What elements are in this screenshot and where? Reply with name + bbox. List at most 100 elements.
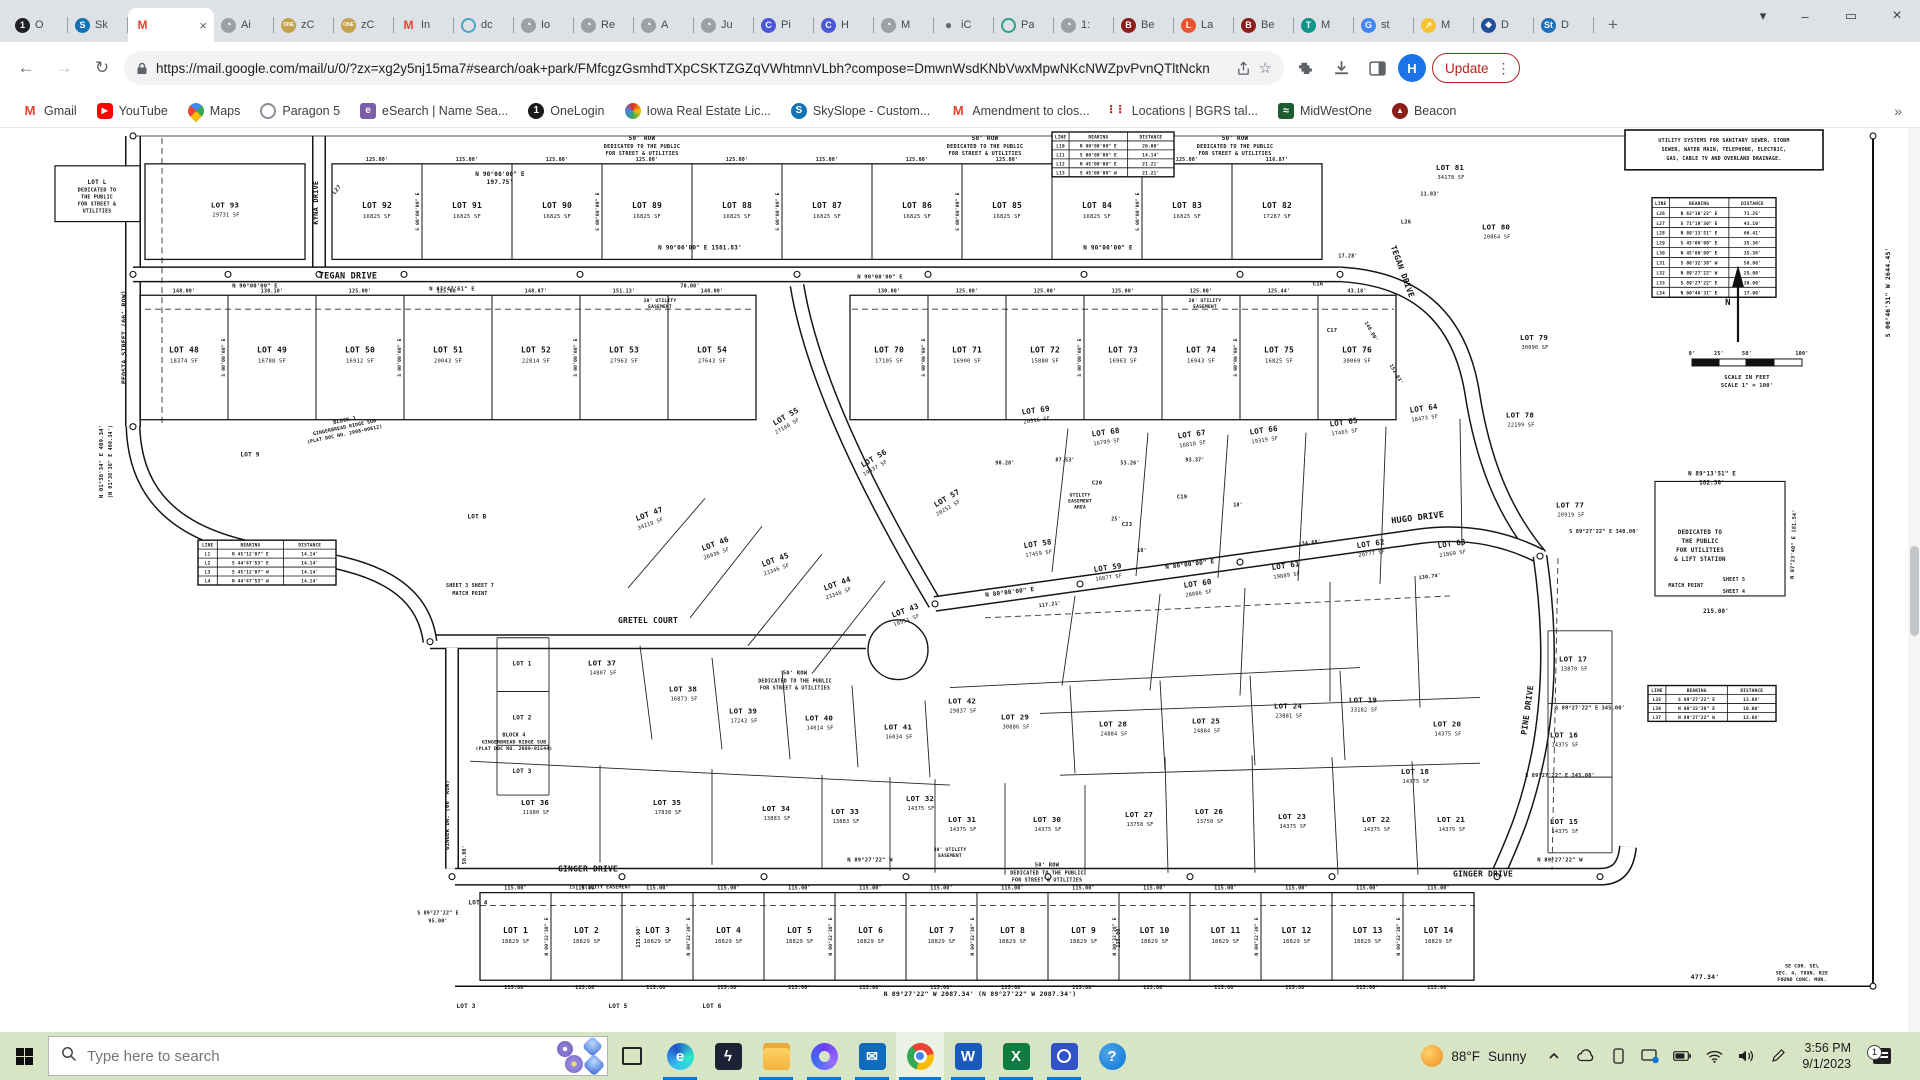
chevron-up-icon[interactable] — [1544, 1045, 1564, 1067]
minimize-button[interactable]: – — [1782, 0, 1828, 32]
bookmark-item[interactable]: ≈MidWestOne — [1270, 99, 1380, 123]
lot-number: LOT 81 — [1436, 163, 1465, 172]
browser-tab[interactable]: M× — [128, 8, 214, 42]
reload-button[interactable]: ↻ — [86, 52, 118, 84]
phone-link-icon[interactable] — [1608, 1045, 1628, 1067]
notification-center-button[interactable]: 1 — [1865, 1048, 1899, 1064]
search-input[interactable] — [87, 1048, 545, 1065]
taskbar-app-chrome[interactable] — [896, 1032, 944, 1080]
url-text[interactable]: https://mail.google.com/mail/u/0/?zx=xg2… — [156, 61, 1228, 76]
search-highlight-flower-image[interactable] — [555, 1037, 607, 1075]
taskbar-weather[interactable]: 88°F Sunny — [1413, 1045, 1534, 1067]
start-button[interactable] — [0, 1032, 48, 1080]
browser-tab[interactable]: ONEzC — [274, 8, 334, 42]
address-bar[interactable]: https://mail.google.com/mail/u/0/?zx=xg2… — [124, 51, 1284, 85]
bookmark-item[interactable]: 1OneLogin — [520, 99, 612, 123]
lot-area: 16825 SF — [813, 214, 841, 220]
browser-tab[interactable]: ◔Re — [574, 8, 634, 42]
lot-dimension: 125.00' — [906, 157, 928, 163]
table-cell: BEARING — [240, 543, 260, 549]
bookmark-item[interactable]: Maps — [180, 99, 249, 123]
browser-tab[interactable]: SSk — [68, 8, 128, 42]
browser-tab[interactable]: ●iC — [934, 8, 994, 42]
volume-icon[interactable] — [1736, 1045, 1756, 1067]
taskbar-clock[interactable]: 3:56 PM 9/1/2023 — [1798, 1040, 1855, 1073]
taskbar-app-edge[interactable]: e — [656, 1032, 704, 1080]
close-button[interactable]: × — [1874, 0, 1920, 32]
browser-menu-dots-icon[interactable]: ⋮ — [1493, 60, 1515, 77]
bookmark-item[interactable]: Paragon 5 — [252, 99, 348, 123]
lot-dimension: 115.00' — [788, 886, 810, 892]
downloads-icon[interactable] — [1326, 53, 1356, 83]
bookmarks-overflow-chevron[interactable]: » — [1894, 103, 1902, 119]
tab-close-icon[interactable]: × — [199, 18, 207, 33]
back-button[interactable]: ← — [10, 52, 42, 84]
browser-tab[interactable]: ◔Ju — [694, 8, 754, 42]
browser-tab[interactable]: ◔Io — [514, 8, 574, 42]
browser-tab[interactable]: CH — [814, 8, 874, 42]
taskbar-app-excel[interactable]: X — [992, 1032, 1040, 1080]
pen-icon[interactable] — [1768, 1045, 1788, 1067]
taskbar-app-office-loop[interactable] — [800, 1032, 848, 1080]
bookmark-item[interactable]: SSkySlope - Custom... — [783, 99, 938, 123]
forward-button[interactable]: → — [48, 52, 80, 84]
lot-bearing: S 00°00'00" E — [1233, 338, 1239, 376]
extensions-puzzle-icon[interactable] — [1290, 53, 1320, 83]
lot-area: 18829 SF — [715, 939, 743, 945]
bookmark-star-icon[interactable]: ☆ — [1259, 59, 1272, 77]
display-connect-icon[interactable] — [1640, 1045, 1660, 1067]
new-tab-button[interactable]: + — [1600, 12, 1626, 38]
taskbar-app-outlook[interactable]: ✉ — [848, 1032, 896, 1080]
browser-tab[interactable]: CPi — [754, 8, 814, 42]
taskbar-app-file-explorer[interactable] — [752, 1032, 800, 1080]
browser-tab[interactable]: Gst — [1354, 8, 1414, 42]
profile-avatar[interactable]: H — [1398, 54, 1426, 82]
browser-tab[interactable]: Pa — [994, 8, 1054, 42]
browser-tab[interactable]: ◔1: — [1054, 8, 1114, 42]
bookmark-item[interactable]: Iowa Real Estate Lic... — [617, 99, 779, 123]
browser-tab[interactable]: ◔M — [874, 8, 934, 42]
browser-tab[interactable]: TM — [1294, 8, 1354, 42]
browser-tab[interactable]: ◔Ai — [214, 8, 274, 42]
lot-area: 23881 SF — [1275, 713, 1302, 719]
taskbar-search[interactable] — [48, 1036, 608, 1076]
chrome-update-button[interactable]: Update ⋮ — [1432, 53, 1520, 83]
taskbar-app-word[interactable]: W — [944, 1032, 992, 1080]
taskbar-app-snagit-dark[interactable]: ϟ — [704, 1032, 752, 1080]
plat-map-image[interactable]: UTILITY SYSTEMS FOR SANITARY SEWER, STOR… — [0, 128, 1920, 1032]
lot-number: LOT 2 — [574, 926, 599, 935]
browser-tab[interactable]: 1O — [8, 8, 68, 42]
taskbar-app-screen-recorder[interactable] — [1040, 1032, 1088, 1080]
bookmark-item[interactable]: eeSearch | Name Sea... — [352, 99, 516, 123]
scrollbar[interactable] — [1908, 128, 1920, 1032]
cloud-icon[interactable] — [1576, 1045, 1596, 1067]
bookmark-item[interactable]: ▲Beacon — [1384, 99, 1464, 123]
dots-grid-icon: ⠇⠇ — [1110, 103, 1126, 119]
battery-icon[interactable] — [1672, 1045, 1692, 1067]
browser-tab[interactable]: LLa — [1174, 8, 1234, 42]
lot-number: LOT 26 — [1195, 807, 1224, 816]
browser-tab[interactable]: BBe — [1234, 8, 1294, 42]
browser-tab[interactable]: BBe — [1114, 8, 1174, 42]
bookmark-item[interactable]: ⠇⠇Locations | BGRS tal... — [1102, 99, 1266, 123]
scrollbar-thumb[interactable] — [1910, 546, 1919, 636]
share-icon[interactable] — [1236, 61, 1251, 76]
browser-tab[interactable]: MIn — [394, 8, 454, 42]
bookmark-item[interactable]: ▶YouTube — [89, 99, 176, 123]
browser-tab[interactable]: ONEzC — [334, 8, 394, 42]
browser-tab[interactable]: dc — [454, 8, 514, 42]
maximize-button[interactable]: ▭ — [1828, 0, 1874, 32]
browser-tab[interactable]: StD — [1534, 8, 1594, 42]
browser-tab[interactable]: ❖D — [1474, 8, 1534, 42]
browser-tab[interactable]: ◔A — [634, 8, 694, 42]
taskbar-app-task-view[interactable] — [608, 1032, 656, 1080]
browser-tab[interactable]: ↗M — [1414, 8, 1474, 42]
wifi-icon[interactable] — [1704, 1045, 1724, 1067]
bookmark-item[interactable]: MAmendment to clos... — [942, 99, 1097, 123]
lot-dimension: 125.00' — [546, 157, 568, 163]
taskbar-app-get-help[interactable]: ? — [1088, 1032, 1136, 1080]
side-panel-icon[interactable] — [1362, 53, 1392, 83]
tab-search-chevron-icon[interactable]: ▾ — [1744, 0, 1782, 32]
lot-number: LOT 35 — [653, 798, 681, 807]
bookmark-item[interactable]: MGmail — [14, 99, 85, 123]
